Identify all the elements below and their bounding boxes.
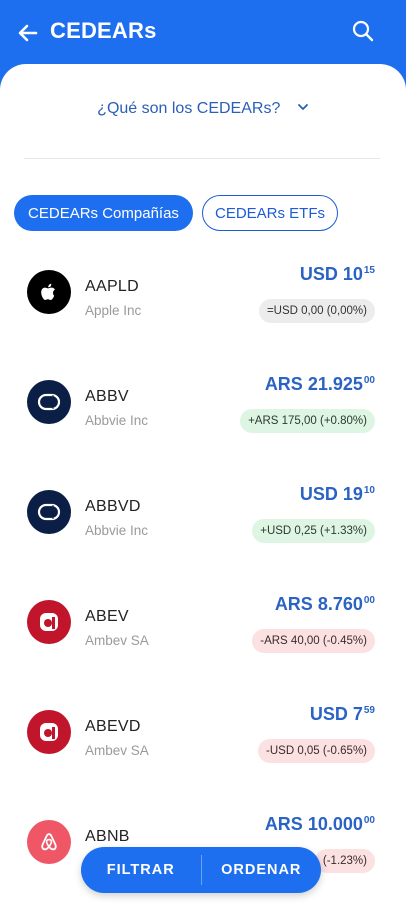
- faq-dropdown[interactable]: ¿Qué son los CEDEARs?: [0, 100, 406, 118]
- search-button[interactable]: [350, 18, 376, 44]
- ambev-logo-icon: [27, 710, 71, 754]
- change-badge: +ARS 175,00 (+0.80%): [240, 409, 375, 433]
- ticker: ABEVD: [85, 718, 141, 735]
- filter-sort-bar: FILTRAR ORDENAR: [81, 847, 321, 893]
- ticker: ABEV: [85, 608, 129, 625]
- company-name: Ambev SA: [85, 633, 149, 648]
- abbvie-logo-icon: [27, 490, 71, 534]
- ticker: ABNB: [85, 828, 130, 845]
- divider: [24, 158, 380, 159]
- search-icon: [352, 20, 374, 42]
- change-badge: =USD 0,00 (0,00%): [258, 299, 375, 323]
- faq-label: ¿Qué son los CEDEARs?: [97, 100, 281, 118]
- chevron-down-icon: [297, 100, 309, 118]
- tab-cedears-companias[interactable]: CEDEARs Compañías: [14, 195, 193, 231]
- page-title: CEDEARs: [50, 18, 157, 43]
- list-item[interactable]: ABBVD Abbvie Inc USD 1910 +USD 0,25 (+1.…: [0, 478, 406, 588]
- sort-button[interactable]: ORDENAR: [202, 847, 322, 893]
- ambev-logo-icon: [27, 600, 71, 644]
- change-badge: (-1.23%): [314, 849, 375, 873]
- company-name: Apple Inc: [85, 303, 142, 318]
- filter-button[interactable]: FILTRAR: [81, 847, 201, 893]
- abbvie-logo-icon: [27, 380, 71, 424]
- price: USD 1910: [299, 484, 375, 504]
- company-name: Ambev SA: [85, 743, 149, 758]
- apple-logo-icon: [27, 270, 71, 314]
- price: ARS 10.00000: [264, 814, 375, 834]
- back-button[interactable]: [12, 17, 44, 49]
- list-item[interactable]: AAPLD Apple Inc USD 1015 =USD 0,00 (0,00…: [0, 258, 406, 368]
- change-badge: -USD 0,05 (-0.65%): [258, 739, 375, 763]
- arrow-left-icon: [18, 24, 38, 42]
- list-item[interactable]: ABEVD Ambev SA USD 759 -USD 0,05 (-0.65%…: [0, 698, 406, 808]
- change-badge: -ARS 40,00 (-0.45%): [252, 629, 375, 653]
- price: ARS 21.92500: [264, 374, 375, 394]
- price: ARS 8.76000: [274, 594, 375, 614]
- airbnb-logo-icon: [27, 820, 71, 864]
- ticker: ABBVD: [85, 498, 141, 515]
- price: USD 1015: [299, 264, 375, 284]
- list-item[interactable]: ABEV Ambev SA ARS 8.76000 -ARS 40,00 (-0…: [0, 588, 406, 698]
- tab-cedears-etfs[interactable]: CEDEARs ETFs: [202, 195, 338, 231]
- price: USD 759: [309, 704, 375, 724]
- ticker: AAPLD: [85, 278, 139, 295]
- change-badge: +USD 0,25 (+1.33%): [252, 519, 375, 543]
- ticker: ABBV: [85, 388, 129, 405]
- company-name: Abbvie Inc: [85, 523, 149, 538]
- list-item[interactable]: ABBV Abbvie Inc ARS 21.92500 +ARS 175,00…: [0, 368, 406, 478]
- company-name: Abbvie Inc: [85, 413, 149, 428]
